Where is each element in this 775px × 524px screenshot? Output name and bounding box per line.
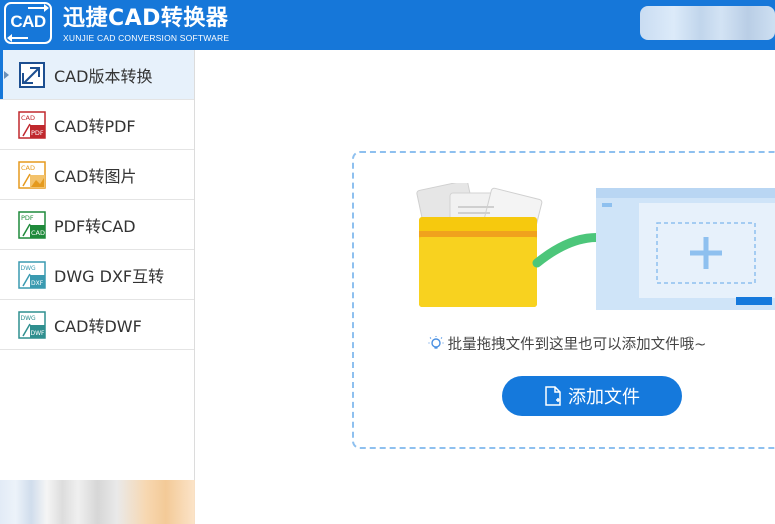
- folder-icon: [419, 217, 537, 307]
- sidebar-item-label: CAD转PDF: [54, 116, 136, 136]
- svg-text:CAD: CAD: [21, 114, 35, 122]
- cad-to-dwf-icon: DWG DWF: [18, 310, 46, 339]
- dwg-dxf-icon: DWG DXF: [18, 260, 46, 289]
- user-account-area[interactable]: [640, 6, 775, 40]
- svg-text:PDF: PDF: [21, 214, 34, 222]
- svg-text:DWG: DWG: [21, 315, 37, 322]
- sidebar-item-label: CAD版本转换: [54, 66, 153, 86]
- sidebar-item-dwg-dxf[interactable]: DWG DXF DWG DXF互转: [0, 250, 194, 300]
- sidebar-item-label: PDF转CAD: [54, 216, 136, 236]
- title-bar: CAD 迅捷CAD转换器 XUNJIE CAD CONVERSION SOFTW…: [0, 0, 775, 50]
- cad-to-pdf-icon: CAD PDF: [18, 110, 46, 139]
- add-file-icon: [545, 386, 561, 406]
- add-file-button[interactable]: 添加文件: [502, 376, 682, 416]
- sidebar-item-cad-version[interactable]: CAD版本转换: [0, 50, 194, 100]
- cad-version-icon: [19, 61, 45, 88]
- app-window-icon: [596, 188, 775, 310]
- sidebar-item-pdf-to-cad[interactable]: PDF CAD PDF转CAD: [0, 200, 194, 250]
- sidebar-item-label: CAD转图片: [54, 166, 137, 186]
- main-panel: 批量拖拽文件到这里也可以添加文件哦~ 添加文件: [196, 50, 775, 524]
- sidebar-item-cad-to-image[interactable]: CAD CAD转图片: [0, 150, 194, 200]
- hint-label: 批量拖拽文件到这里也可以添加文件哦~: [447, 337, 707, 353]
- svg-text:DWF: DWF: [31, 330, 46, 337]
- sidebar-item-cad-to-dwf[interactable]: DWG DWF CAD转DWF: [0, 300, 194, 350]
- pdf-to-cad-icon: PDF CAD: [18, 210, 46, 239]
- app-title: 迅捷CAD转换器: [63, 6, 229, 31]
- logo-text: CAD: [10, 12, 46, 31]
- file-drop-zone[interactable]: 批量拖拽文件到这里也可以添加文件哦~ 添加文件: [352, 151, 775, 449]
- app-logo: CAD: [4, 2, 52, 44]
- sidebar: CAD版本转换 CAD PDF CAD转PDF CAD CAD转图片 PDF C…: [0, 50, 195, 524]
- svg-text:CAD: CAD: [21, 164, 35, 172]
- add-file-label: 添加文件: [568, 387, 640, 408]
- svg-text:DXF: DXF: [31, 280, 44, 287]
- logo-arrow-right-icon: [28, 4, 49, 12]
- sidebar-item-label: CAD转DWF: [54, 316, 142, 336]
- drag-to-add-illustration: [416, 183, 775, 310]
- cad-to-image-icon: CAD: [18, 160, 46, 189]
- app-window: CAD 迅捷CAD转换器 XUNJIE CAD CONVERSION SOFTW…: [0, 0, 775, 524]
- svg-text:CAD: CAD: [31, 229, 45, 237]
- logo-arrow-left-icon: [7, 34, 28, 42]
- app-subtitle: XUNJIE CAD CONVERSION SOFTWARE: [63, 33, 230, 43]
- sidebar-item-label: DWG DXF互转: [54, 266, 165, 286]
- drag-hint-text: 批量拖拽文件到这里也可以添加文件哦~: [354, 333, 775, 354]
- svg-text:DWG: DWG: [21, 265, 37, 272]
- svg-text:PDF: PDF: [31, 129, 44, 137]
- sidebar-item-cad-to-pdf[interactable]: CAD PDF CAD转PDF: [0, 100, 194, 150]
- lightbulb-icon: [428, 336, 444, 349]
- promo-banner[interactable]: [0, 480, 195, 524]
